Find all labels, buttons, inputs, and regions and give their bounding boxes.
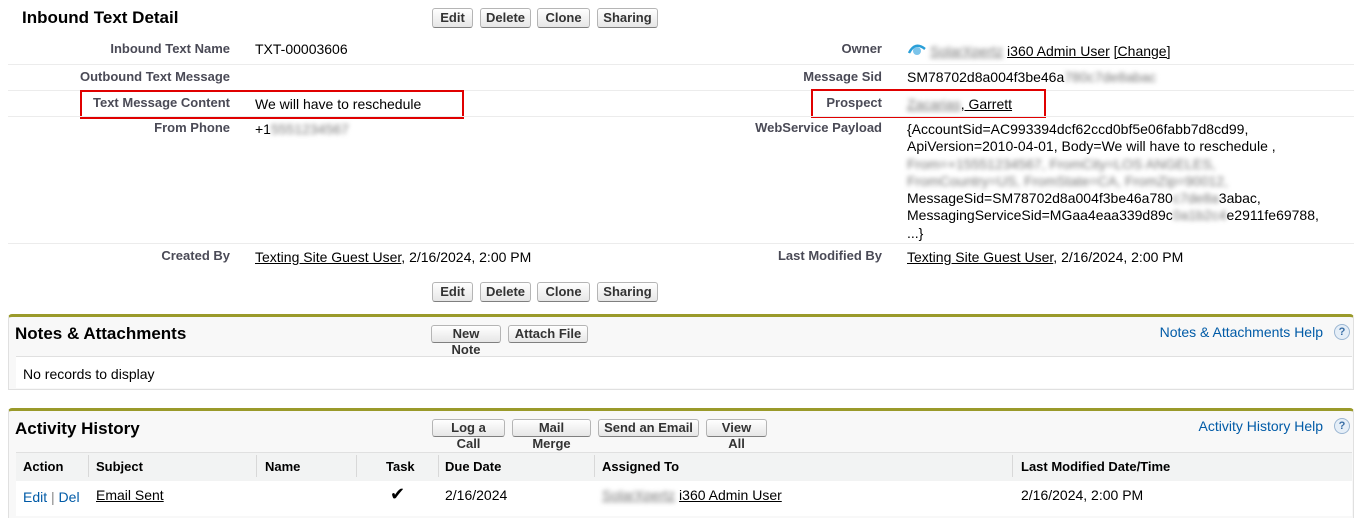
payload-line: ApiVersion=2010-04-01, Body=We will have… <box>907 138 1276 155</box>
column-divider <box>256 455 257 477</box>
payload-line: MessageSid=SM78702d8a004f3be46a780c7de8a… <box>907 190 1352 207</box>
from-phone-blurred: 5551234567 <box>270 121 349 137</box>
subject-link[interactable]: Email Sent <box>96 487 164 503</box>
log-a-call-button[interactable]: Log a Call <box>432 419 505 451</box>
last-modified-by-label: Last Modified By <box>777 248 882 263</box>
inbound-text-name-label: Inbound Text Name <box>110 41 230 56</box>
view-all-button[interactable]: View All <box>706 419 767 451</box>
column-header-name[interactable]: Name <box>265 459 300 474</box>
created-by-link[interactable]: Texting Site Guest User <box>255 249 401 265</box>
column-divider <box>88 455 89 477</box>
inbound-text-name-value: TXT-00003606 <box>255 41 348 57</box>
from-phone-label: From Phone <box>154 120 230 135</box>
highlight-box-prospect <box>811 89 1046 118</box>
created-by-value: Texting Site Guest User, 2/16/2024, 2:00… <box>255 249 531 265</box>
delete-button-bottom[interactable]: Delete <box>480 282 531 302</box>
divider <box>8 64 1354 65</box>
help-icon[interactable]: ? <box>1334 418 1350 434</box>
sharing-button-top[interactable]: Sharing <box>597 8 658 28</box>
notes-empty-row <box>16 356 1352 388</box>
notes-help-link[interactable]: Notes & Attachments Help <box>1160 324 1323 340</box>
column-header-due-date[interactable]: Due Date <box>445 459 501 474</box>
column-divider <box>1012 455 1013 477</box>
payload-text: MessageSid=SM78702d8a004f3be46a780 <box>907 190 1173 207</box>
edit-button-top[interactable]: Edit <box>432 8 473 28</box>
column-header-subject[interactable]: Subject <box>96 459 143 474</box>
task-checkmark-icon: ✔ <box>390 484 406 504</box>
attach-file-button[interactable]: Attach File <box>508 325 588 343</box>
column-header-assigned-to[interactable]: Assigned To <box>602 459 679 474</box>
payload-line: MessagingServiceSid=MGaa4eaa339d89c0a1b2… <box>907 207 1352 224</box>
notes-title: Notes & Attachments <box>15 324 187 343</box>
owner-change-link[interactable]: [Change] <box>1114 43 1171 59</box>
webservice-payload-value: {AccountSid=AC993394dcf62ccd0bf5e06fabb7… <box>907 121 1352 242</box>
edit-link[interactable]: Edit <box>23 489 47 505</box>
created-by-date: , 2/16/2024, 2:00 PM <box>401 249 532 265</box>
owner-name-blurred: SolarXpertz <box>930 43 1004 59</box>
send-an-email-button[interactable]: Send an Email <box>598 419 699 437</box>
assigned-to-value: SolarXpertz i360 Admin User <box>602 487 782 503</box>
column-header-last-modified[interactable]: Last Modified Date/Time <box>1021 459 1170 474</box>
owner-link[interactable]: i360 Admin User <box>1007 43 1110 59</box>
webservice-payload-label: WebService Payload <box>755 120 882 135</box>
payload-line: ...} <box>907 224 924 241</box>
detail-title: Inbound Text Detail <box>22 8 179 27</box>
column-header-task[interactable]: Task <box>386 459 415 474</box>
payload-line-blurred: From=+15551234567, FromCity=LOS ANGELES, <box>907 155 1216 172</box>
payload-line-blurred: FromCountry=US, FromState=CA, FromZip=90… <box>907 172 1228 189</box>
owner-label: Owner <box>841 41 882 56</box>
activity-title: Activity History <box>15 419 140 438</box>
sharing-button-bottom[interactable]: Sharing <box>597 282 658 302</box>
from-phone-prefix: +1 <box>255 121 271 137</box>
last-modified-by-link[interactable]: Texting Site Guest User <box>907 249 1053 265</box>
new-note-button[interactable]: New Note <box>431 325 501 357</box>
last-modified-value: 2/16/2024, 2:00 PM <box>1021 487 1144 503</box>
owner-avatar-icon <box>907 41 927 57</box>
assigned-to-blurred: SolarXpertz <box>602 487 676 503</box>
del-link[interactable]: Del <box>59 489 80 505</box>
due-date-value: 2/16/2024 <box>445 487 508 503</box>
column-divider <box>438 455 439 477</box>
payload-blurred: c7de8a <box>1172 190 1219 207</box>
delete-button-top[interactable]: Delete <box>480 8 531 28</box>
owner-value: SolarXpertz i360 Admin User [Change] <box>930 43 1170 59</box>
notes-empty-message: No records to display <box>23 366 155 382</box>
payload-line: {AccountSid=AC993394dcf62ccd0bf5e06fabb7… <box>907 121 1249 137</box>
message-sid-label: Message Sid <box>803 69 882 84</box>
last-modified-by-date: , 2/16/2024, 2:00 PM <box>1053 249 1184 265</box>
highlight-box-content <box>80 90 464 119</box>
column-divider <box>594 455 595 477</box>
divider <box>8 116 1354 117</box>
edit-button-bottom[interactable]: Edit <box>432 282 473 302</box>
column-divider <box>356 455 357 477</box>
assigned-to-link[interactable]: i360 Admin User <box>679 487 782 503</box>
action-separator: | <box>51 489 55 505</box>
activity-help-link[interactable]: Activity History Help <box>1199 418 1323 434</box>
clone-button-top[interactable]: Clone <box>537 8 590 28</box>
payload-text: e2911fe69788, <box>1226 207 1319 224</box>
clone-button-bottom[interactable]: Clone <box>537 282 590 302</box>
message-sid-value: SM78702d8a004f3be46a780c7de8abac <box>907 69 1156 85</box>
column-header-action[interactable]: Action <box>23 459 63 474</box>
payload-blurred: 0a1b2c4 <box>1172 207 1227 224</box>
last-modified-by-value: Texting Site Guest User, 2/16/2024, 2:00… <box>907 249 1183 265</box>
message-sid-blurred: 780c7de8abac <box>1064 69 1157 85</box>
message-sid-text: SM78702d8a004f3be46a <box>907 69 1065 85</box>
outbound-text-message-label: Outbound Text Message <box>80 69 230 84</box>
help-icon[interactable]: ? <box>1334 324 1350 340</box>
created-by-label: Created By <box>161 248 230 263</box>
payload-text: 3abac, <box>1218 190 1261 207</box>
divider <box>8 243 1354 244</box>
row-actions: Edit | Del <box>23 489 80 505</box>
from-phone-value: +15551234567 <box>255 121 349 137</box>
mail-merge-button[interactable]: Mail Merge <box>512 419 591 451</box>
payload-text: MessagingServiceSid=MGaa4eaa339d89c <box>907 207 1173 224</box>
